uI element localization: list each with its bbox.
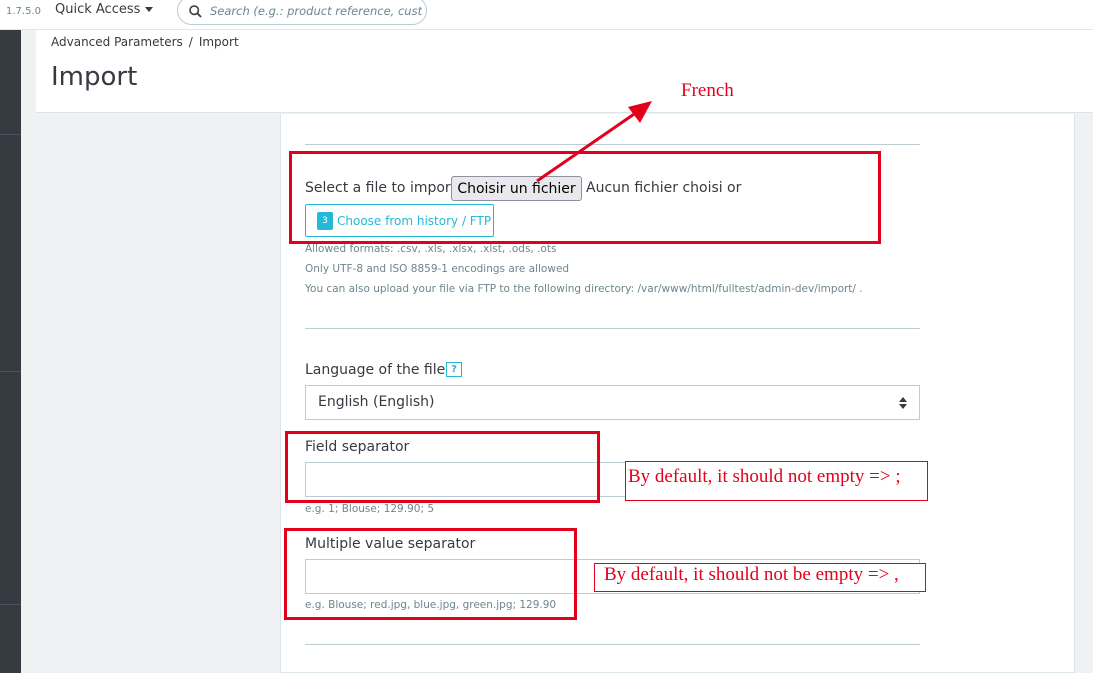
breadcrumb-item-import: Import [198, 35, 239, 49]
sidebar-divider [0, 371, 21, 372]
section-divider [305, 644, 920, 645]
section-divider [305, 144, 920, 145]
field-separator-note: By default, it should not empty => ; [628, 466, 901, 487]
breadcrumb-separator: / [188, 35, 193, 49]
breadcrumb: Advanced Parameters / Import [51, 35, 239, 49]
sidebar-nav[interactable] [0, 30, 21, 673]
multiple-value-note: By default, it should not be empty => , [604, 564, 899, 585]
encodings-help: Only UTF-8 and ISO 8859-1 encodings are … [305, 263, 570, 275]
language-selected-value: English (English) [318, 394, 435, 410]
version-label: 1.7.5.0 [6, 6, 41, 17]
caret-down-icon [145, 7, 154, 12]
search-icon [189, 5, 202, 18]
top-bar: 1.7.5.0 Quick Access [0, 0, 1093, 30]
allowed-formats-help: Allowed formats: .csv, .xls, .xlsx, .xls… [305, 243, 557, 255]
french-annotation: French [681, 80, 734, 101]
language-label: Language of the file [305, 362, 446, 378]
search-input[interactable] [210, 1, 422, 21]
quick-access-label: Quick Access [55, 2, 141, 17]
file-input-annotation-box [289, 151, 881, 244]
search-box[interactable] [177, 0, 427, 25]
quick-access-menu[interactable]: Quick Access [55, 2, 154, 17]
field-separator-help: e.g. 1; Blouse; 129.90; 5 [305, 503, 434, 515]
page-title: Import [51, 62, 138, 92]
multiple-value-annotation-box [284, 528, 577, 620]
help-icon[interactable]: ? [446, 362, 462, 377]
section-divider [305, 328, 920, 329]
sidebar-divider [0, 134, 21, 135]
language-select[interactable]: English (English) [305, 385, 920, 420]
sidebar-gutter [21, 30, 36, 673]
select-arrows-icon [899, 397, 907, 409]
sidebar-divider [0, 604, 21, 605]
breadcrumb-item-advanced-parameters[interactable]: Advanced Parameters [51, 35, 183, 49]
field-separator-annotation-box [285, 431, 600, 503]
page-header: Advanced Parameters / Import Import [36, 30, 1093, 113]
ftp-directory-help: You can also upload your file via FTP to… [305, 283, 863, 295]
